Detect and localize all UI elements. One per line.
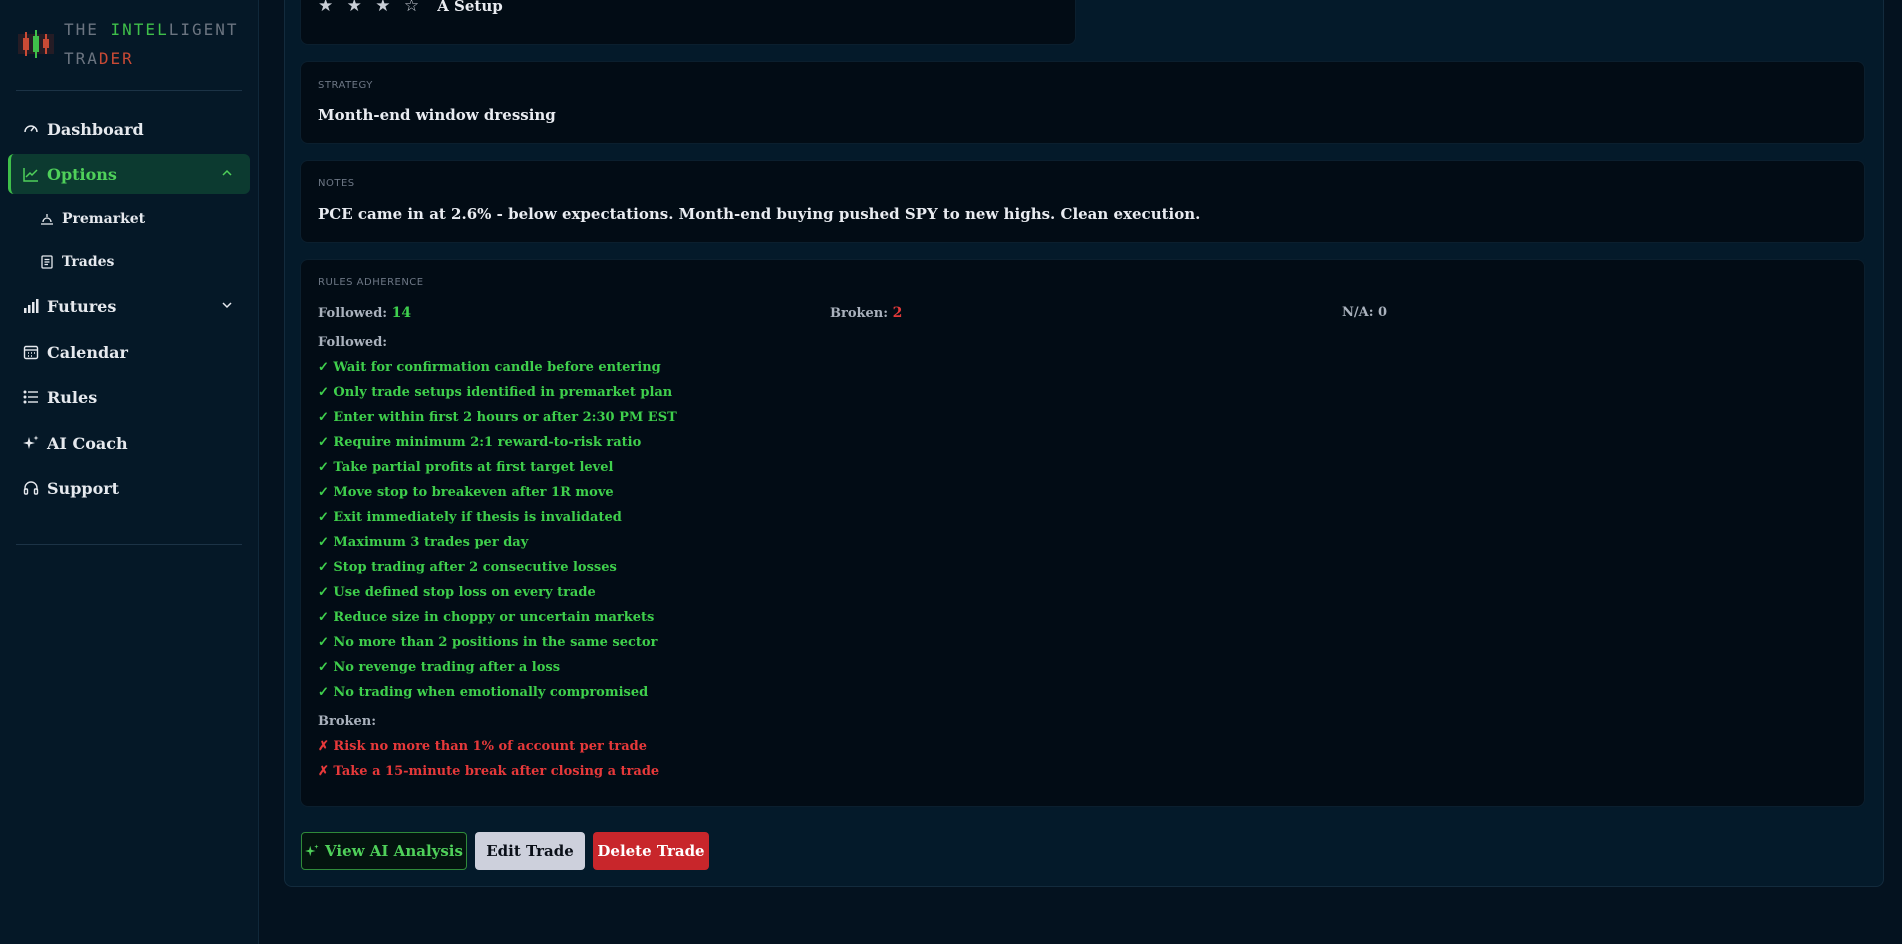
sidebar: THE INTELLIGENT TRADER Dashboard Options… xyxy=(0,0,259,944)
sidebar-item-ai-coach[interactable]: AI Coach xyxy=(8,423,250,463)
sidebar-item-dashboard[interactable]: Dashboard xyxy=(8,109,250,149)
sidebar-item-label: Trades xyxy=(62,254,115,270)
view-ai-analysis-button[interactable]: View AI Analysis xyxy=(301,832,467,870)
strategy-value: Month-end window dressing xyxy=(318,106,556,124)
followed-rule: ✓ No revenge trading after a loss xyxy=(318,660,561,675)
na-stat: N/A: 0 xyxy=(1342,305,1387,320)
sidebar-item-label: Calendar xyxy=(47,342,128,362)
sidebar-item-rules[interactable]: Rules xyxy=(8,377,250,417)
edit-trade-button[interactable]: Edit Trade xyxy=(475,832,585,870)
bar-chart-icon xyxy=(23,298,39,314)
broken-heading: Broken: xyxy=(318,714,377,729)
followed-rule: ✓ Exit immediately if thesis is invalida… xyxy=(318,510,622,525)
notes-card: NOTES PCE came in at 2.6% - below expect… xyxy=(300,160,1865,243)
notes-label: NOTES xyxy=(318,178,355,189)
receipt-icon xyxy=(40,255,54,269)
broken-rule: ✗ Take a 15-minute break after closing a… xyxy=(318,764,660,779)
followed-rule: ✓ Reduce size in choppy or uncertain mar… xyxy=(318,610,655,625)
sidebar-item-calendar[interactable]: Calendar xyxy=(8,332,250,372)
followed-rule: ✓ No more than 2 positions in the same s… xyxy=(318,635,658,650)
sidebar-item-label: Premarket xyxy=(62,211,146,227)
sidebar-item-label: AI Coach xyxy=(47,433,128,453)
sidebar-divider-top xyxy=(16,90,242,91)
brand-logo-area[interactable]: THE INTELLIGENT TRADER xyxy=(18,14,258,74)
list-icon xyxy=(23,389,39,405)
sidebar-item-label: Options xyxy=(47,164,117,184)
gauge-icon xyxy=(23,121,39,137)
na-count: N/A: 0 xyxy=(1342,305,1388,320)
sidebar-item-support[interactable]: Support xyxy=(8,468,250,508)
brand-name: THE INTELLIGENT TRADER xyxy=(64,15,239,73)
setup-grade: A Setup xyxy=(437,0,503,15)
view-ai-analysis-label: View AI Analysis xyxy=(325,842,463,860)
followed-rule: ✓ Require minimum 2:1 reward-to-risk rat… xyxy=(318,435,642,450)
followed-rule: ✓ Maximum 3 trades per day xyxy=(318,535,529,550)
sidebar-divider-bottom xyxy=(16,544,242,545)
broken-stat-label: Broken: xyxy=(830,306,889,321)
broken-stat: Broken: 2 xyxy=(830,305,902,321)
followed-rule: ✓ Use defined stop loss on every trade xyxy=(318,585,596,600)
brand-word-intel: INTEL xyxy=(110,20,169,39)
followed-stat-label: Followed: xyxy=(318,306,388,321)
sunrise-icon xyxy=(40,212,54,226)
chevron-down-icon xyxy=(222,302,232,309)
brand-word-the: THE xyxy=(64,20,111,39)
star-rating: ★ ★ ★ ☆ xyxy=(318,0,424,16)
brand-word-der: DER xyxy=(98,49,134,68)
followed-rule: ✓ Enter within first 2 hours or after 2:… xyxy=(318,410,677,425)
strategy-label: STRATEGY xyxy=(318,80,373,91)
brand-word-ligent: LIGENT xyxy=(168,20,239,39)
sidebar-item-trades[interactable]: Trades xyxy=(40,247,114,277)
sparkles-icon xyxy=(305,844,319,857)
followed-rule: ✓ Wait for confirmation candle before en… xyxy=(318,360,661,375)
sidebar-item-premarket[interactable]: Premarket xyxy=(40,204,145,234)
followed-rule: ✓ Stop trading after 2 consecutive losse… xyxy=(318,560,617,575)
chart-line-icon xyxy=(23,166,39,182)
followed-stat: Followed: 14 xyxy=(318,305,411,321)
notes-value: PCE came in at 2.6% - below expectations… xyxy=(318,205,1201,223)
broken-count: 2 xyxy=(892,305,903,321)
sidebar-item-label: Rules xyxy=(47,387,98,407)
sidebar-item-futures[interactable]: Futures xyxy=(8,286,250,326)
followed-rule: ✓ Only trade setups identified in premar… xyxy=(318,385,673,400)
sidebar-item-label: Dashboard xyxy=(47,119,144,139)
broken-rule: ✗ Risk no more than 1% of account per tr… xyxy=(318,739,648,754)
followed-count: 14 xyxy=(391,305,412,321)
sidebar-item-label: Futures xyxy=(47,296,117,316)
followed-rule: ✓ No trading when emotionally compromise… xyxy=(318,685,649,700)
followed-heading: Followed: xyxy=(318,335,388,350)
rating: ★ ★ ★ ☆ A Setup xyxy=(318,0,503,16)
calendar-icon xyxy=(23,344,39,360)
headset-icon xyxy=(23,480,39,496)
sidebar-item-label: Support xyxy=(47,478,120,498)
rules-adherence-label: RULES ADHERENCE xyxy=(318,277,424,288)
followed-rule: ✓ Move stop to breakeven after 1R move xyxy=(318,485,614,500)
chevron-up-icon xyxy=(222,169,232,176)
sparkles-icon xyxy=(23,435,39,451)
candlestick-logo-icon xyxy=(18,30,54,58)
strategy-card: STRATEGY Month-end window dressing xyxy=(300,61,1865,144)
brand-word-tra: TRA xyxy=(64,49,99,68)
sidebar-item-options[interactable]: Options xyxy=(8,154,250,194)
followed-rule: ✓ Take partial profits at first target l… xyxy=(318,460,614,475)
delete-trade-button[interactable]: Delete Trade xyxy=(593,832,709,870)
rules-adherence-card: RULES ADHERENCE xyxy=(300,259,1865,807)
